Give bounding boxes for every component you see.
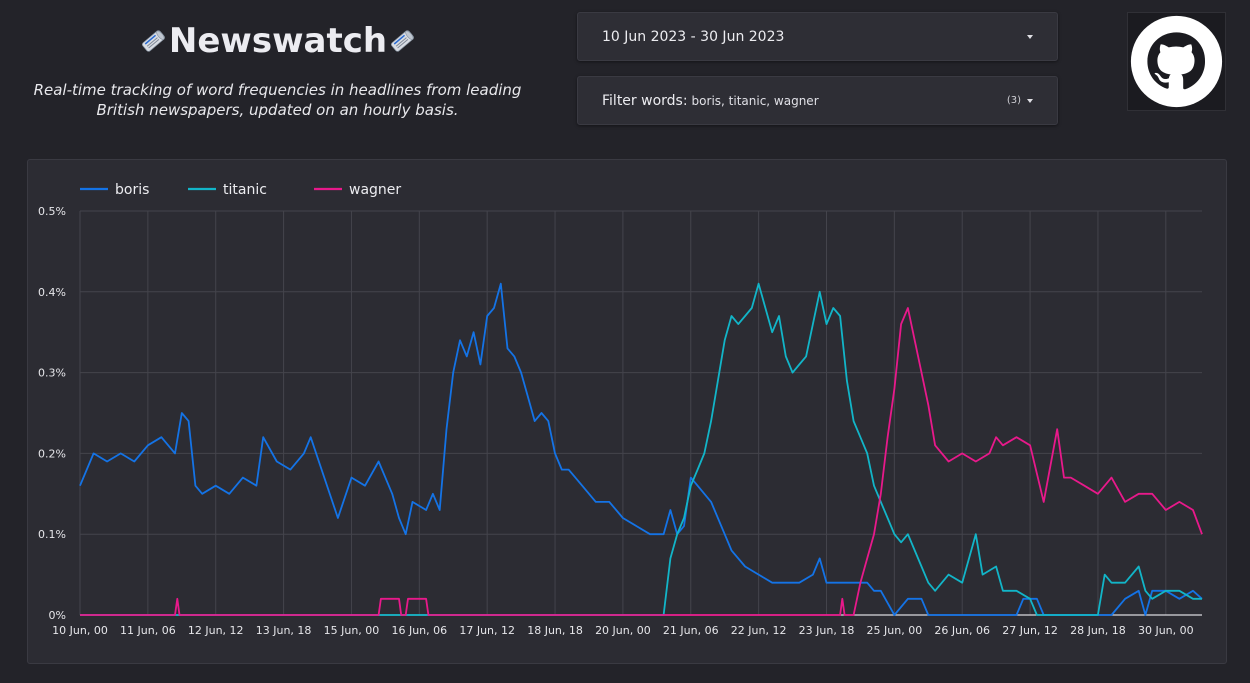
x-tick-label: 16 Jun, 06 [391, 624, 447, 637]
word-frequency-chart: 0% 0.1% 0.2% 0.3% 0.4% 0.5% 10 Jun, 00 11 Jun, … [38, 182, 1203, 637]
series-line-wagner [80, 307, 1203, 616]
x-tick-label: 30 Jun, 00 [1138, 624, 1194, 637]
y-tick-label: 0.1% [38, 528, 66, 541]
chevron-down-icon [1027, 98, 1033, 103]
legend-label-boris: boris [115, 182, 149, 198]
newspaper-roll-icon [391, 30, 414, 52]
chevron-down-icon [1027, 34, 1033, 39]
chart-panel: 0% 0.1% 0.2% 0.3% 0.4% 0.5% 10 Jun, 00 11 Jun, … [27, 159, 1227, 664]
y-tick-label: 0% [49, 609, 66, 622]
page-subtitle: Real-time tracking of word frequencies i… [33, 81, 522, 119]
filter-words-select[interactable]: Filter words: boris, titanic, wagner (3) [577, 76, 1058, 125]
series-line-boris [79, 282, 1203, 616]
x-tick-label: 18 Jun, 18 [527, 624, 583, 637]
filter-values: boris, titanic, wagner [691, 93, 819, 108]
filter-label: Filter words: [602, 92, 688, 109]
x-tick-label: 11 Jun, 06 [120, 624, 176, 637]
page-title: Newswatch [168, 21, 388, 61]
y-tick-label: 0.2% [38, 447, 66, 460]
legend-label-wagner: wagner [349, 182, 401, 198]
x-tick-label: 20 Jun, 00 [595, 624, 651, 637]
github-link[interactable] [1127, 12, 1226, 111]
newspaper-roll-icon [142, 30, 165, 52]
filter-count-badge: (3) [1006, 95, 1021, 106]
app-title: Newswatch [140, 18, 416, 64]
y-tick-label: 0.3% [38, 367, 66, 380]
x-tick-label: 13 Jun, 18 [256, 624, 312, 637]
y-tick-label: 0.4% [38, 286, 66, 299]
y-tick-label: 0.5% [38, 205, 66, 218]
x-tick-label: 15 Jun, 00 [324, 624, 380, 637]
date-range-value: 10 Jun 2023 - 30 Jun 2023 [602, 28, 785, 45]
series-line-titanic [80, 282, 1202, 616]
x-tick-label: 23 Jun, 18 [799, 624, 855, 637]
x-tick-label: 27 Jun, 12 [1002, 624, 1058, 637]
x-tick-label: 17 Jun, 12 [459, 624, 515, 637]
legend-label-titanic: titanic [223, 182, 267, 198]
x-tick-label: 21 Jun, 06 [663, 624, 719, 637]
date-range-select[interactable]: 10 Jun 2023 - 30 Jun 2023 [577, 12, 1058, 61]
x-tick-label: 28 Jun, 18 [1070, 624, 1126, 637]
x-tick-label: 22 Jun, 12 [731, 624, 787, 637]
x-tick-label: 10 Jun, 00 [52, 624, 108, 637]
x-tick-label: 12 Jun, 12 [188, 624, 244, 637]
x-tick-label: 25 Jun, 00 [867, 624, 923, 637]
github-icon [1130, 15, 1223, 108]
x-tick-label: 26 Jun, 06 [934, 624, 990, 637]
